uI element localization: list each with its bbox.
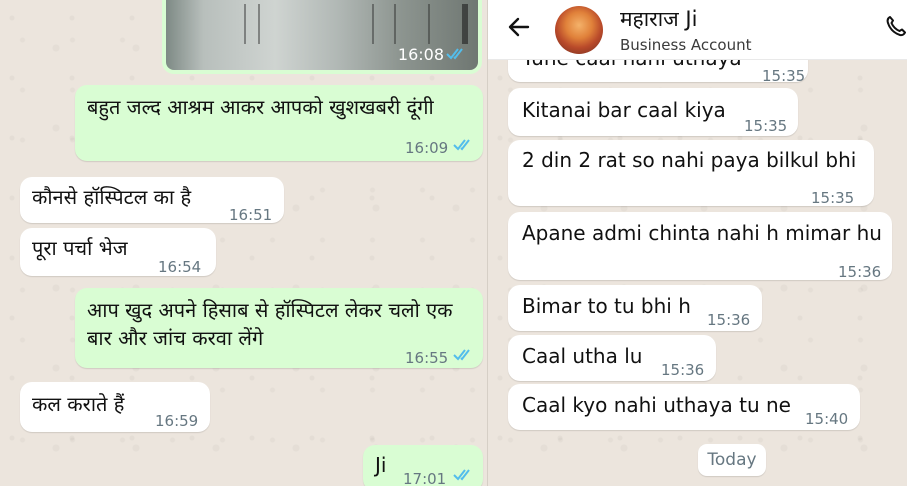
- message-text: कल कराते हैं: [32, 392, 125, 416]
- message-text: Caal utha lu: [522, 344, 643, 368]
- right-chat-panel: Tune caal nahi uthaya 15:35 महाराज Ji Bu…: [487, 0, 907, 486]
- message-time: 16:54: [158, 258, 202, 276]
- message-time: 15:36: [661, 361, 705, 379]
- double-check-icon: [453, 349, 470, 361]
- message-time: 15:40: [805, 410, 849, 428]
- message-time: 16:59: [155, 412, 199, 430]
- incoming-message[interactable]: Caal utha lu 15:36: [508, 335, 716, 381]
- phone-icon[interactable]: [884, 14, 907, 38]
- incoming-message[interactable]: Bimar to tu bhi h 15:36: [508, 285, 762, 331]
- message-text: Apane admi chinta nahi h mimar hu: [522, 221, 882, 245]
- image-message[interactable]: 16:08: [162, 0, 482, 74]
- message-text: Ji: [375, 453, 387, 477]
- double-check-icon: [446, 48, 463, 60]
- message-time: 15:36: [838, 263, 882, 281]
- image-message-time: 16:08: [397, 45, 444, 64]
- message-text: बहुत जल्द आश्रम आकर आपको खुशखबरी दूंगी: [87, 95, 434, 119]
- message-text: पूरा पर्चा भेज: [32, 236, 128, 260]
- message-text: कौनसे हॉस्पिटल का है: [32, 185, 192, 209]
- message-text: Kitanai bar caal kiya: [522, 98, 726, 122]
- incoming-message[interactable]: पूरा पर्चा भेज 16:54: [20, 228, 216, 276]
- contact-name[interactable]: महाराज Ji: [620, 5, 697, 33]
- chat-header: महाराज Ji Business Account: [488, 0, 907, 60]
- contact-subtitle: Business Account: [620, 36, 752, 54]
- image-thumbnail[interactable]: 16:08: [166, 0, 478, 70]
- contact-avatar[interactable]: [555, 6, 603, 54]
- message-time: 15:35: [811, 189, 855, 207]
- outgoing-message[interactable]: बहुत जल्द आश्रम आकर आपको खुशखबरी दूंगी 1…: [75, 85, 483, 161]
- date-chip: Today: [698, 444, 766, 476]
- message-time: 15:36: [707, 311, 751, 329]
- incoming-message[interactable]: Caal kyo nahi uthaya tu ne 15:40: [508, 384, 860, 430]
- message-text: 2 din 2 rat so nahi paya bilkul bhi: [522, 148, 857, 172]
- message-time: 15:35: [744, 117, 788, 135]
- message-time: 16:55: [405, 349, 449, 367]
- incoming-message[interactable]: 2 din 2 rat so nahi paya bilkul bhi 15:3…: [508, 140, 874, 207]
- message-text: Caal kyo nahi uthaya tu ne: [522, 393, 791, 417]
- incoming-message[interactable]: कौनसे हॉस्पिटल का है 16:51: [20, 177, 284, 224]
- incoming-message[interactable]: Kitanai bar caal kiya 15:35: [508, 88, 798, 136]
- back-arrow-icon[interactable]: [506, 14, 532, 40]
- message-time: 17:01: [403, 470, 447, 486]
- message-text: Bimar to tu bhi h: [522, 294, 691, 318]
- message-time: 16:09: [405, 139, 449, 157]
- left-chat-panel: 16:08 बहुत जल्द आश्रम आकर आपको खुशखबरी द…: [0, 0, 487, 486]
- outgoing-message[interactable]: Ji 17:01: [363, 445, 483, 486]
- incoming-message[interactable]: कल कराते हैं 16:59: [20, 382, 210, 432]
- double-check-icon: [453, 469, 470, 481]
- outgoing-message[interactable]: आप खुद अपने हिसाब से हॉस्पिटल लेकर चलो ए…: [75, 288, 483, 368]
- double-check-icon: [453, 139, 470, 151]
- message-time: 16:51: [229, 206, 273, 224]
- message-time: 15:35: [762, 67, 806, 85]
- incoming-message[interactable]: Apane admi chinta nahi h mimar hu 15:36: [508, 212, 892, 281]
